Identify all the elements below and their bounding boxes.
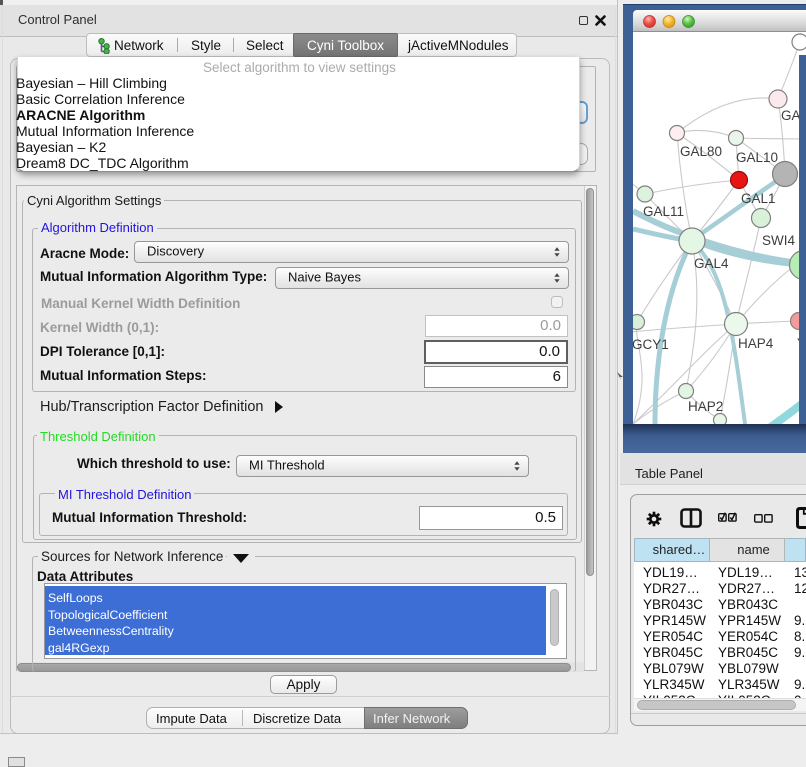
svg-text:GAL4: GAL4 [694,256,729,271]
svg-text:SWI4: SWI4 [762,233,795,248]
svg-text:GAL10: GAL10 [736,150,778,165]
svg-text:HAP2: HAP2 [688,399,723,414]
svg-text:GAL11: GAL11 [643,204,684,219]
svg-text:GAL1: GAL1 [741,191,776,206]
svg-text:GCY1: GCY1 [633,337,669,352]
svg-text:HAP4: HAP4 [738,336,774,351]
svg-text:GAL80: GAL80 [680,144,722,159]
